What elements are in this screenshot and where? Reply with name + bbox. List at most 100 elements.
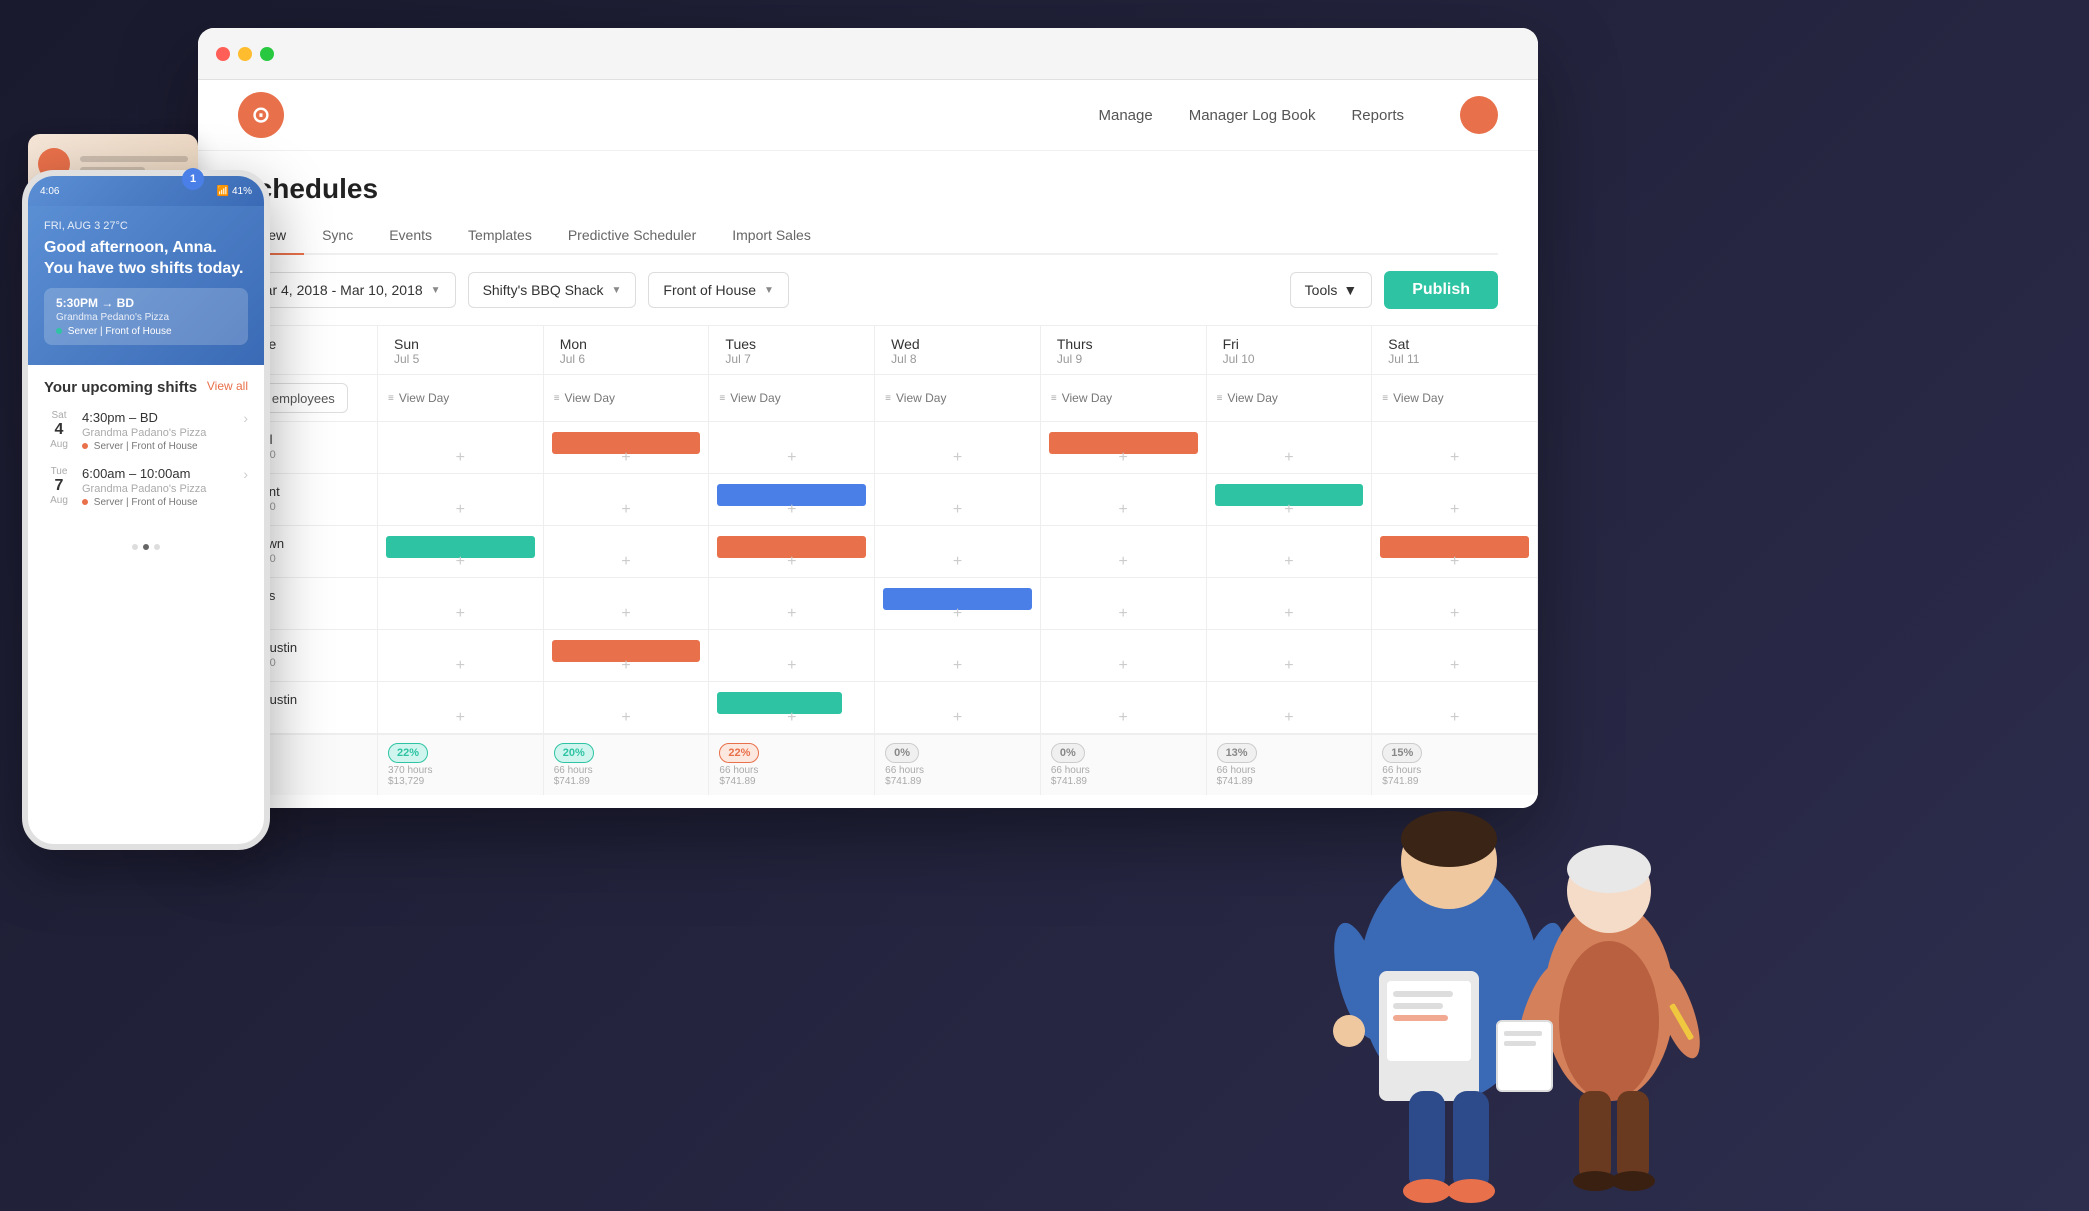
shift-2-fri[interactable]: + xyxy=(1207,526,1373,578)
shift-3-thurs[interactable]: + xyxy=(1041,578,1207,630)
add-shift-icon[interactable]: + xyxy=(456,605,465,623)
view-day-sat-btn[interactable]: ≡ View Day xyxy=(1382,391,1443,405)
add-shift-icon[interactable]: + xyxy=(953,449,962,467)
add-shift-icon[interactable]: + xyxy=(953,553,962,571)
add-shift-icon[interactable]: + xyxy=(1450,605,1459,623)
shift-1-sun[interactable]: + xyxy=(378,474,544,526)
shift-2-wed[interactable]: + xyxy=(875,526,1041,578)
shift-5-sat[interactable]: + xyxy=(1372,682,1538,734)
add-shift-icon[interactable]: + xyxy=(621,449,630,467)
add-shift-icon[interactable]: + xyxy=(1284,449,1293,467)
shift-2-mon[interactable]: + xyxy=(544,526,710,578)
shift-5-fri[interactable]: + xyxy=(1207,682,1373,734)
add-shift-icon[interactable]: + xyxy=(1119,449,1128,467)
add-shift-icon[interactable]: + xyxy=(787,709,796,727)
nav-reports[interactable]: Reports xyxy=(1351,107,1404,124)
add-shift-icon[interactable]: + xyxy=(621,605,630,623)
shift-4-wed[interactable]: + xyxy=(875,630,1041,682)
shift-4-thurs[interactable]: + xyxy=(1041,630,1207,682)
shift-2-thurs[interactable]: + xyxy=(1041,526,1207,578)
shift-1-mon[interactable]: + xyxy=(544,474,710,526)
add-shift-icon[interactable]: + xyxy=(621,709,630,727)
shift-3-sat[interactable]: + xyxy=(1372,578,1538,630)
add-shift-icon[interactable]: + xyxy=(1284,605,1293,623)
shift-5-thurs[interactable]: + xyxy=(1041,682,1207,734)
add-shift-icon[interactable]: + xyxy=(1450,449,1459,467)
shift-0-mon[interactable]: + xyxy=(544,422,710,474)
shift-0-tues[interactable]: + xyxy=(709,422,875,474)
shift-2-sat[interactable]: + xyxy=(1372,526,1538,578)
shift-4-tues[interactable]: + xyxy=(709,630,875,682)
add-shift-icon[interactable]: + xyxy=(621,657,630,675)
tab-events[interactable]: Events xyxy=(371,219,450,255)
nav-manage[interactable]: Manage xyxy=(1098,107,1152,124)
add-shift-icon[interactable]: + xyxy=(1450,553,1459,571)
shift-4-sun[interactable]: + xyxy=(378,630,544,682)
add-shift-icon[interactable]: + xyxy=(456,657,465,675)
view-day-sun-btn[interactable]: ≡ View Day xyxy=(388,391,449,405)
view-day-mon-btn[interactable]: ≡ View Day xyxy=(554,391,615,405)
shift-3-wed[interactable]: + xyxy=(875,578,1041,630)
add-shift-icon[interactable]: + xyxy=(787,449,796,467)
shift-0-fri[interactable]: + xyxy=(1207,422,1373,474)
add-shift-icon[interactable]: + xyxy=(1284,501,1293,519)
add-shift-icon[interactable]: + xyxy=(456,449,465,467)
shift-5-tues[interactable]: + xyxy=(709,682,875,734)
shift-4-mon[interactable]: + xyxy=(544,630,710,682)
shift-5-mon[interactable]: + xyxy=(544,682,710,734)
add-shift-icon[interactable]: + xyxy=(787,501,796,519)
add-shift-icon[interactable]: + xyxy=(787,657,796,675)
shift-2-sun[interactable]: + xyxy=(378,526,544,578)
shift-0-sat[interactable]: + xyxy=(1372,422,1538,474)
view-all-link[interactable]: View all xyxy=(207,379,248,393)
shift-1-fri[interactable]: + xyxy=(1207,474,1373,526)
publish-button[interactable]: Publish xyxy=(1384,271,1498,309)
tab-import[interactable]: Import Sales xyxy=(714,219,829,255)
shift-3-fri[interactable]: + xyxy=(1207,578,1373,630)
shift-1-thurs[interactable]: + xyxy=(1041,474,1207,526)
tab-sync[interactable]: Sync xyxy=(304,219,371,255)
expand-dot[interactable] xyxy=(260,47,274,61)
tab-templates[interactable]: Templates xyxy=(450,219,550,255)
add-shift-icon[interactable]: + xyxy=(1450,657,1459,675)
shift-3-sun[interactable]: + xyxy=(378,578,544,630)
current-shift[interactable]: 5:30PM → BD Grandma Pedano's Pizza Serve… xyxy=(44,288,248,345)
add-shift-icon[interactable]: + xyxy=(787,553,796,571)
shift-4-sat[interactable]: + xyxy=(1372,630,1538,682)
shift-2-tues[interactable]: + xyxy=(709,526,875,578)
shift-0-wed[interactable]: + xyxy=(875,422,1041,474)
view-day-thurs-btn[interactable]: ≡ View Day xyxy=(1051,391,1112,405)
add-shift-icon[interactable]: + xyxy=(1284,553,1293,571)
add-shift-icon[interactable]: + xyxy=(1119,657,1128,675)
add-shift-icon[interactable]: + xyxy=(621,553,630,571)
add-shift-icon[interactable]: + xyxy=(1119,553,1128,571)
add-shift-icon[interactable]: + xyxy=(1450,709,1459,727)
shift-item-0[interactable]: Sat 4 Aug 4:30pm – BD Grandma Padano's P… xyxy=(44,410,248,452)
shift-5-sun[interactable]: + xyxy=(378,682,544,734)
view-day-fri-btn[interactable]: ≡ View Day xyxy=(1217,391,1278,405)
add-shift-icon[interactable]: + xyxy=(1284,709,1293,727)
view-day-wed-btn[interactable]: ≡ View Day xyxy=(885,391,946,405)
add-shift-icon[interactable]: + xyxy=(953,501,962,519)
restaurant-dropdown[interactable]: Shifty's BBQ Shack ▼ xyxy=(468,272,637,308)
add-shift-icon[interactable]: + xyxy=(456,709,465,727)
shift-1-sat[interactable]: + xyxy=(1372,474,1538,526)
add-shift-icon[interactable]: + xyxy=(1119,605,1128,623)
add-shift-icon[interactable]: + xyxy=(621,501,630,519)
add-shift-icon[interactable]: + xyxy=(456,553,465,571)
shift-item-1[interactable]: Tue 7 Aug 6:00am – 10:00am Grandma Padan… xyxy=(44,466,248,508)
add-shift-icon[interactable]: + xyxy=(953,657,962,675)
add-shift-icon[interactable]: + xyxy=(953,605,962,623)
shift-0-thurs[interactable]: + xyxy=(1041,422,1207,474)
close-dot[interactable] xyxy=(216,47,230,61)
shift-0-sun[interactable]: + xyxy=(378,422,544,474)
shift-1-wed[interactable]: + xyxy=(875,474,1041,526)
shift-4-fri[interactable]: + xyxy=(1207,630,1373,682)
add-shift-icon[interactable]: + xyxy=(1284,657,1293,675)
view-day-tues-btn[interactable]: ≡ View Day xyxy=(719,391,780,405)
add-shift-icon[interactable]: + xyxy=(953,709,962,727)
shift-3-mon[interactable]: + xyxy=(544,578,710,630)
shift-1-tues[interactable]: + xyxy=(709,474,875,526)
user-avatar[interactable] xyxy=(1460,96,1498,134)
shift-5-wed[interactable]: + xyxy=(875,682,1041,734)
